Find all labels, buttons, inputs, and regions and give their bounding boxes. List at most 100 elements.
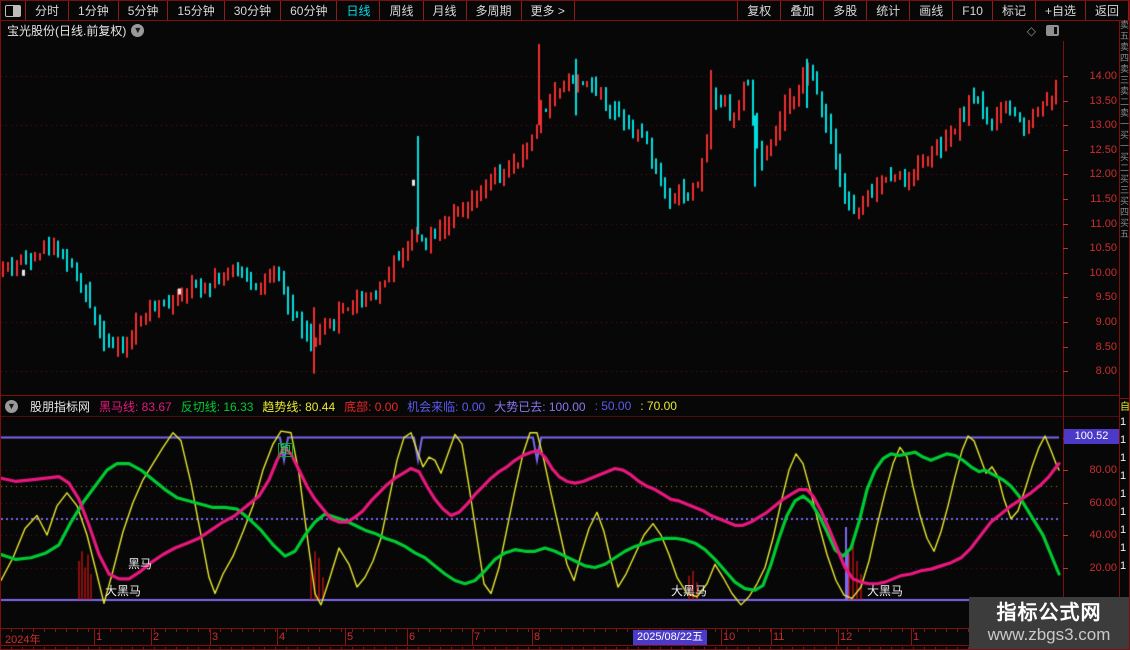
period-tab-分时[interactable]: 分时 [26,1,70,20]
date-label-8: 8 [534,631,541,643]
axis-tick [1063,470,1068,472]
axis-tick [1063,297,1068,299]
month-tick [838,629,839,645]
quote-char: 四 [1120,207,1130,217]
axis-tick [1063,272,1068,274]
quote-char: 卖 [1120,86,1130,96]
collapse-chevron-icon[interactable]: ▼ [5,399,18,413]
indicator-value-label-40.00: 40.00 [1089,529,1117,542]
date-label-5: 5 [347,631,354,643]
quote-char: 一 [1120,141,1130,151]
date-label-10: 10 [723,631,736,643]
quote-char: 三 [1120,75,1130,85]
date-label-3: 3 [212,631,219,643]
price-label-9.50: 9.50 [1095,291,1117,304]
quote-panel-sliver[interactable]: 卖五卖四卖三卖二卖一买一买二买三买四买五自111111111 [1120,20,1130,649]
function-tab-多股[interactable]: 多股 [824,1,868,20]
quote-char: 五 [1120,31,1130,41]
function-tab-标记[interactable]: 标记 [993,1,1036,20]
period-tab-5分钟[interactable]: 5分钟 [119,1,169,20]
date-label-11: 11 [773,631,785,643]
quote-char: 卖 [1120,108,1130,118]
watermark-url: www.zbgs3.com [987,625,1111,644]
indicator-field-7: : 70.00 [640,399,677,413]
axis-tick [1063,346,1068,348]
month-tick [771,629,772,645]
stock-title: 宝光股份(日线.前复权) [7,24,127,38]
chevron-down-icon[interactable]: ▼ [131,24,145,37]
indicator-chart[interactable] [1,417,1063,629]
watermark: 指标公式网 www.zbgs3.com [969,597,1129,649]
quote-char: 三 [1120,185,1130,195]
function-tab-复权[interactable]: 复权 [738,1,782,20]
price-digit: 1 [1120,506,1127,518]
run-signal-marker: 跑 [278,443,293,457]
app-window: 分时 1分钟 5分钟 15分钟 30分钟 60分钟 日线 周线 月线 多周期 更多 > 复权 叠加 多股… [0,0,1130,650]
quote-char: 卖 [1120,20,1130,30]
price-label-12.50: 12.50 [1089,143,1117,156]
period-tab-30分钟[interactable]: 30分钟 [225,1,282,20]
date-label-1: 1 [913,631,920,643]
signal-label-大黑马-3: 大黑马 [867,584,904,598]
price-label-8.50: 8.50 [1095,340,1117,353]
period-tab-多周期[interactable]: 多周期 [467,1,522,20]
axis-tick [1063,502,1068,504]
indicator-field-5: 大势已去: 100.00 [494,399,586,414]
date-axis[interactable]: 2024年 1 2 3 4 5 6 7 8 2025/08/22五 10 11 12 1 [1,628,1119,646]
month-tick [721,629,722,645]
price-label-14.00: 14.00 [1089,70,1117,82]
price-label-11.50: 11.50 [1090,193,1117,205]
function-tab-F10[interactable]: F10 [953,1,993,20]
panel-icon[interactable] [1046,25,1059,36]
indicator-field-3: 底部: 0.00 [344,399,399,414]
price-label-9.00: 9.00 [1095,316,1117,328]
axis-tick [1063,100,1068,102]
quote-char: 买 [1120,130,1130,140]
watermark-title: 指标公式网 [996,602,1102,624]
period-tab-60分钟[interactable]: 60分钟 [281,1,338,20]
indicator-field-2: 趋势线: 80.44 [262,399,336,414]
month-tick [151,629,152,645]
indicator-field-4: 机会来临: 0.00 [407,399,486,414]
indicator-field-1: 反切线: 16.33 [180,399,254,414]
date-label-2024年: 2024年 [5,634,41,646]
date-label-6: 6 [409,631,416,643]
month-tick [345,629,346,645]
function-tab-+自选[interactable]: +自选 [1036,1,1086,20]
diamond-icon[interactable]: ◇ [1027,24,1036,38]
date-label-7: 7 [474,631,481,643]
price-label-13.00: 13.00 [1089,119,1117,132]
period-tab-月线[interactable]: 月线 [424,1,467,20]
axis-tick [1063,125,1068,127]
period-tab-15分钟[interactable]: 15分钟 [168,1,225,20]
axis-tick [1063,371,1068,373]
layout-toggle-button[interactable] [1,1,26,20]
function-tab-叠加[interactable]: 叠加 [781,1,825,20]
title-bar: 宝光股份(日线.前复权) ▼ ◇ [1,20,1129,41]
price-digit: 1 [1120,560,1127,572]
price-digit: 1 [1120,416,1127,428]
function-tab-画线[interactable]: 画线 [910,1,954,20]
period-tab-日线[interactable]: 日线 [337,1,381,20]
function-tab-统计[interactable]: 统计 [867,1,911,20]
month-tick [407,629,408,645]
period-tab-更多 >[interactable]: 更多 > [522,1,575,20]
price-digit: 1 [1120,542,1127,554]
axis-tick [1063,149,1068,151]
strip-highlight-char: 自 [1120,402,1130,413]
axis-tick [1063,322,1068,323]
price-digit: 1 [1120,470,1127,482]
indicator-value-label-20.00: 20.00 [1089,561,1117,574]
indicator-source-label: 股朋指标网 [30,399,91,414]
candlestick-chart[interactable] [1,41,1063,396]
period-tab-1分钟[interactable]: 1分钟 [69,1,119,20]
axis-tick [1063,567,1068,569]
function-tab-返回[interactable]: 返回 [1086,1,1129,20]
date-label-1: 1 [96,631,103,643]
period-tabs: 分时 1分钟 5分钟 15分钟 30分钟 60分钟 日线 周线 月线 多周期 更多 > [26,1,575,20]
quote-char: 二 [1120,97,1130,107]
period-tab-周线[interactable]: 周线 [380,1,424,20]
function-tabs: 复权 叠加 多股 统计 画线 F10 标记 +自选 返回 [737,1,1129,20]
price-digit: 1 [1120,524,1127,536]
month-tick [94,629,95,645]
